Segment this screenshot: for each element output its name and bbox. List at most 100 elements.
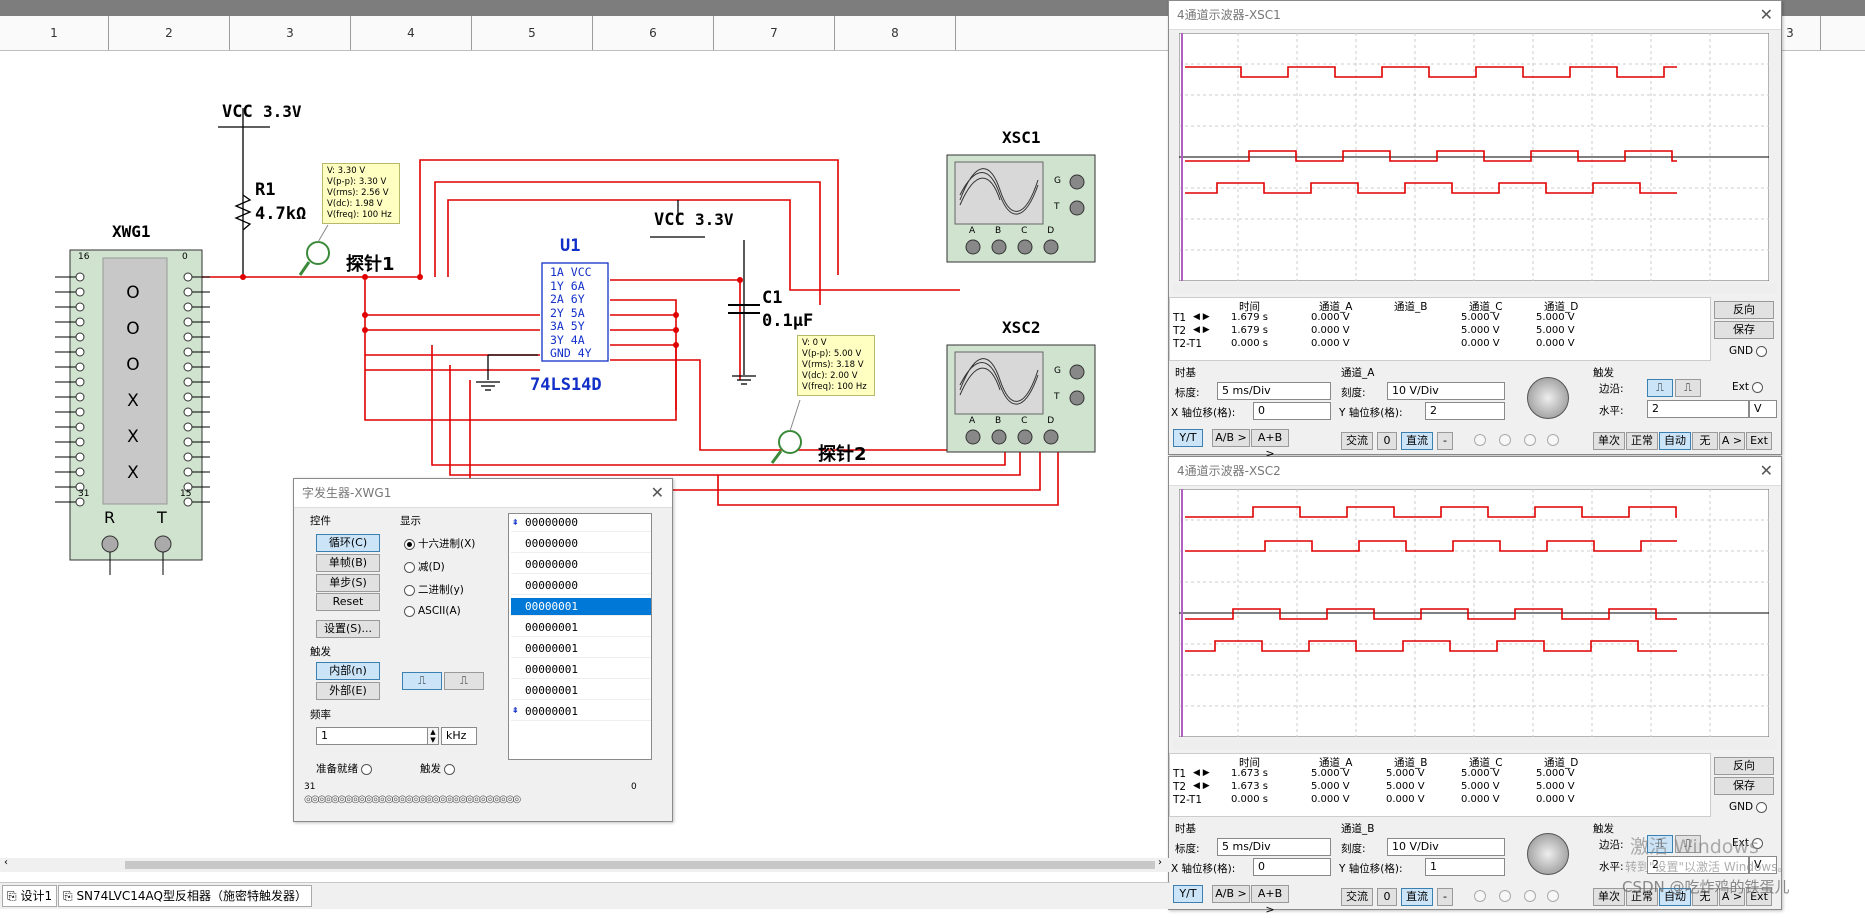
close-icon[interactable]: ✕ (1760, 1, 1773, 29)
display-mode-button[interactable]: A/B > (1212, 885, 1250, 903)
frequency-input[interactable]: 1 (316, 727, 428, 745)
cycle-button[interactable]: 循环(C) (316, 534, 380, 552)
close-icon[interactable]: ✕ (1760, 457, 1773, 485)
tab-design[interactable]: ⎘ 设计1 (2, 885, 58, 907)
scrollbar-thumb[interactable] (125, 861, 1155, 869)
frequency-spinner[interactable]: ▲ ▼ (427, 727, 439, 745)
trigger-mode-button[interactable]: 无 (1692, 432, 1718, 450)
channel-select-knob[interactable] (1527, 833, 1569, 875)
xpos-input[interactable]: 0 (1253, 402, 1331, 420)
word-generator-titlebar[interactable]: 字发生器-XWG1 ✕ (294, 479, 672, 508)
scroll-left-icon[interactable]: ‹ (4, 857, 8, 868)
reverse-button[interactable]: 反向 (1714, 301, 1774, 319)
cursor-arrow-icons[interactable]: ◀ ▶ (1193, 781, 1210, 791)
trigger-level-input[interactable]: 2 (1647, 400, 1749, 418)
channel-select-knob[interactable] (1527, 377, 1569, 419)
list-item[interactable]: 00000000 (511, 556, 651, 574)
list-item[interactable]: 00000000 (511, 535, 651, 553)
cursor-label: T2-T1 (1173, 338, 1203, 350)
timebase-scale-input[interactable]: 5 ms/Div (1217, 838, 1331, 856)
xwg1-t-terminal[interactable] (154, 535, 172, 553)
display-mode-button[interactable]: A+B > (1251, 885, 1289, 916)
xpos-label: X 轴位移(格): (1171, 863, 1236, 875)
table-cell: 0.000 V (1461, 794, 1500, 805)
scroll-right-icon[interactable]: › (1158, 857, 1162, 868)
settings-button[interactable]: 设置(S)... (316, 620, 380, 638)
scope-display[interactable] (1179, 489, 1769, 737)
display-dec-radio[interactable]: 减(D) (404, 559, 445, 574)
scope-scrollbar[interactable] (1173, 283, 1777, 293)
timebase-scale-input[interactable]: 5 ms/Div (1217, 382, 1331, 400)
gnd-label[interactable]: GND (1729, 801, 1770, 813)
falling-edge-button[interactable]: ⎍ (1675, 379, 1701, 397)
probe1-icon[interactable] (306, 241, 330, 265)
display-mode-button[interactable]: A+B > (1251, 429, 1289, 460)
horizontal-scrollbar[interactable]: ‹ › (0, 857, 1170, 872)
list-item[interactable]: 00000001 (511, 640, 651, 658)
channel-scale-input[interactable]: 10 V/Div (1387, 382, 1505, 400)
cursor-arrow-icons[interactable]: ◀ ▶ (1193, 312, 1210, 322)
save-button[interactable]: 保存 (1714, 321, 1774, 339)
external-trigger-button[interactable]: 外部(E) (316, 682, 380, 700)
list-item[interactable]: 00000000 (511, 577, 651, 595)
scope-titlebar[interactable]: 4通道示波器-XSC1 ✕ (1169, 1, 1781, 30)
trigger-mode-button[interactable]: Ext (1746, 432, 1772, 450)
scope-scrollbar[interactable] (1173, 739, 1777, 749)
trigger-unit-select[interactable]: V (1749, 400, 1777, 418)
frequency-unit-select[interactable]: kHz (441, 727, 477, 745)
coupling-button[interactable]: 直流 (1401, 888, 1433, 906)
burst-button[interactable]: 单帧(B) (316, 554, 380, 572)
gnd-label[interactable]: GND (1729, 345, 1770, 357)
ypos-input[interactable]: 2 (1425, 402, 1505, 420)
display-mode-button[interactable]: A/B > (1212, 429, 1250, 447)
coupling-button[interactable]: 交流 (1341, 888, 1373, 906)
coupling-button[interactable]: 直流 (1401, 432, 1433, 450)
list-item[interactable]: 00000000 (511, 514, 651, 532)
display-mode-button[interactable]: Y/T (1173, 429, 1203, 447)
save-button[interactable]: 保存 (1714, 777, 1774, 795)
scope-titlebar[interactable]: 4通道示波器-XSC2 ✕ (1169, 457, 1781, 486)
tab-document[interactable]: ⎘ SN74LVC14AQ型反相器（施密特触发器） (58, 885, 312, 907)
xwg1-r-terminal[interactable] (101, 535, 119, 553)
scope1-window[interactable]: 4通道示波器-XSC1 ✕ 时间 通道_A 通道_B 通道_C 通道_D T1 ◀ ▶ 1.679… (1168, 0, 1782, 460)
list-item[interactable]: 00000001 (511, 682, 651, 700)
reset-button[interactable]: Reset (316, 593, 380, 611)
cursor-arrow-icons[interactable]: ◀ ▶ (1193, 768, 1210, 778)
display-hex-radio[interactable]: 十六进制(X) (404, 536, 475, 551)
close-icon[interactable]: ✕ (651, 479, 664, 507)
ypos-input[interactable]: 1 (1425, 858, 1505, 876)
ruler-cell: 5 (472, 16, 593, 50)
display-mode-button[interactable]: Y/T (1173, 885, 1203, 903)
cursor-arrow-icons[interactable]: ◀ ▶ (1193, 325, 1210, 335)
display-ascii-radio[interactable]: ASCII(A) (404, 605, 461, 617)
reverse-button[interactable]: 反向 (1714, 757, 1774, 775)
internal-trigger-button[interactable]: 内部(n) (316, 662, 380, 680)
display-bin-radio[interactable]: 二进制(y) (404, 582, 464, 597)
list-item-selected[interactable]: 00000001 (511, 598, 651, 616)
coupling-button[interactable]: 0 (1377, 888, 1397, 906)
probe2-icon[interactable] (778, 430, 802, 454)
ext-label[interactable]: Ext (1732, 381, 1766, 393)
scope-display[interactable] (1179, 33, 1769, 281)
coupling-button[interactable]: 交流 (1341, 432, 1373, 450)
coupling-button[interactable]: - (1437, 432, 1453, 450)
table-cell: 5.000 V (1536, 781, 1575, 792)
coupling-button[interactable]: 0 (1377, 432, 1397, 450)
coupling-button[interactable]: - (1437, 888, 1453, 906)
word-buffer-list[interactable]: 00000000 00000000 00000000 00000000 0000… (508, 513, 652, 760)
falling-edge-button[interactable]: ⎍ (444, 672, 484, 690)
list-item[interactable]: 00000001 (511, 619, 651, 637)
trigger-mode-button[interactable]: 自动 (1659, 432, 1691, 450)
step-button[interactable]: 单步(S) (316, 574, 380, 592)
list-item[interactable]: 00000001 (511, 661, 651, 679)
word-generator-window[interactable]: 字发生器-XWG1 ✕ 控件 循环(C) 单帧(B) 单步(S) Reset 设… (293, 478, 673, 822)
rising-edge-button[interactable]: ⎍ (402, 672, 442, 690)
trigger-mode-button[interactable]: 正常 (1626, 432, 1658, 450)
xpos-input[interactable]: 0 (1253, 858, 1331, 876)
trigger-mode-button[interactable]: A > (1719, 432, 1745, 450)
rising-edge-button[interactable]: ⎍ (1647, 379, 1673, 397)
channel-scale-input[interactable]: 10 V/Div (1387, 838, 1505, 856)
trigger-mode-button[interactable]: 单次 (1593, 888, 1625, 906)
trigger-mode-button[interactable]: 单次 (1593, 432, 1625, 450)
list-item[interactable]: 00000001 (511, 703, 651, 721)
